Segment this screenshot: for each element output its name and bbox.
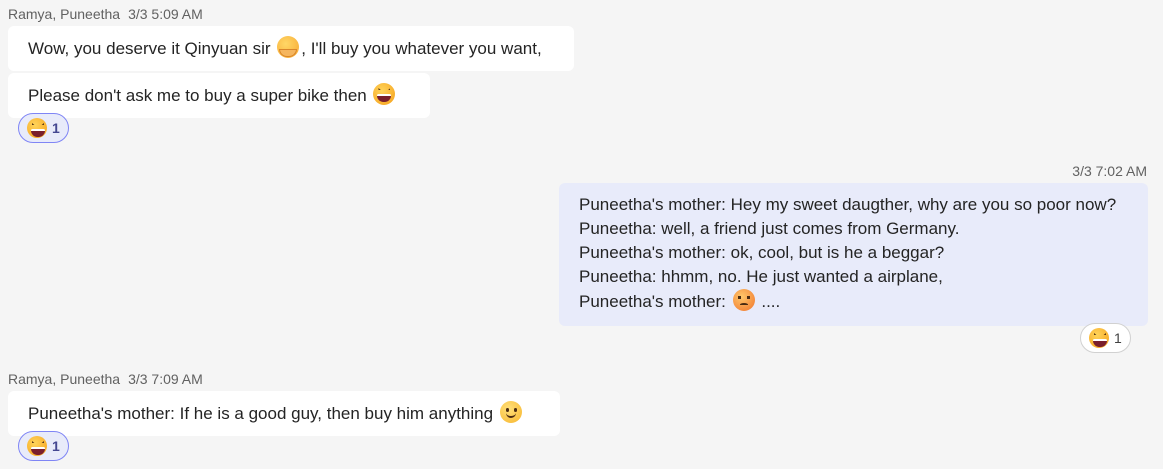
sender-name: Ramya, Puneetha xyxy=(8,6,121,22)
laughing-squint-icon xyxy=(373,83,396,105)
message-bubble[interactable]: Please don't ask me to buy a super bike … xyxy=(8,73,430,118)
message-header: Ramya, Puneetha 3/3 5:09 AM xyxy=(8,6,203,22)
message-text: Puneetha's mother: xyxy=(579,292,726,311)
laughing-squint-icon xyxy=(1089,328,1109,348)
timestamp: 3/3 7:02 AM xyxy=(1072,163,1147,179)
message-line: Puneetha's mother: .... xyxy=(579,289,1128,314)
message-text: .... xyxy=(761,292,781,311)
message-text: Please don't ask me to buy a super bike … xyxy=(28,86,367,105)
message-text: , I'll buy you whatever you want, xyxy=(301,39,542,58)
reaction-badge[interactable]: 1 xyxy=(1080,323,1131,353)
angry-face-icon xyxy=(732,289,755,311)
message-header: 3/3 7:02 AM xyxy=(1072,163,1147,179)
message-line: Puneetha: hhmm, no. He just wanted a air… xyxy=(579,267,943,286)
reaction-badge[interactable]: 1 xyxy=(18,431,69,461)
hugging-face-icon xyxy=(277,36,300,58)
timestamp: 3/3 7:09 AM xyxy=(128,371,203,387)
message-bubble[interactable]: Puneetha's mother: Hey my sweet daugther… xyxy=(559,183,1148,326)
laughing-squint-icon xyxy=(27,118,47,138)
reaction-count: 1 xyxy=(1114,330,1122,346)
timestamp: 3/3 5:09 AM xyxy=(128,6,203,22)
laughing-squint-icon xyxy=(27,436,47,456)
message-header: Ramya, Puneetha 3/3 7:09 AM xyxy=(8,371,203,387)
reaction-count: 1 xyxy=(52,438,60,454)
reaction-badge[interactable]: 1 xyxy=(18,113,69,143)
message-line: Puneetha: well, a friend just comes from… xyxy=(579,219,960,238)
message-line: Puneetha's mother: Hey my sweet daugther… xyxy=(579,195,1117,214)
reaction-count: 1 xyxy=(52,120,60,136)
smiling-face-icon xyxy=(499,401,522,423)
message-bubble[interactable]: Puneetha's mother: If he is a good guy, … xyxy=(8,391,560,436)
sender-name: Ramya, Puneetha xyxy=(8,371,121,387)
message-text: Puneetha's mother: If he is a good guy, … xyxy=(28,404,494,423)
message-text: Wow, you deserve it Qinyuan sir xyxy=(28,39,271,58)
message-line: Puneetha's mother: ok, cool, but is he a… xyxy=(579,243,945,262)
message-bubble[interactable]: Wow, you deserve it Qinyuan sir , I'll b… xyxy=(8,26,574,71)
